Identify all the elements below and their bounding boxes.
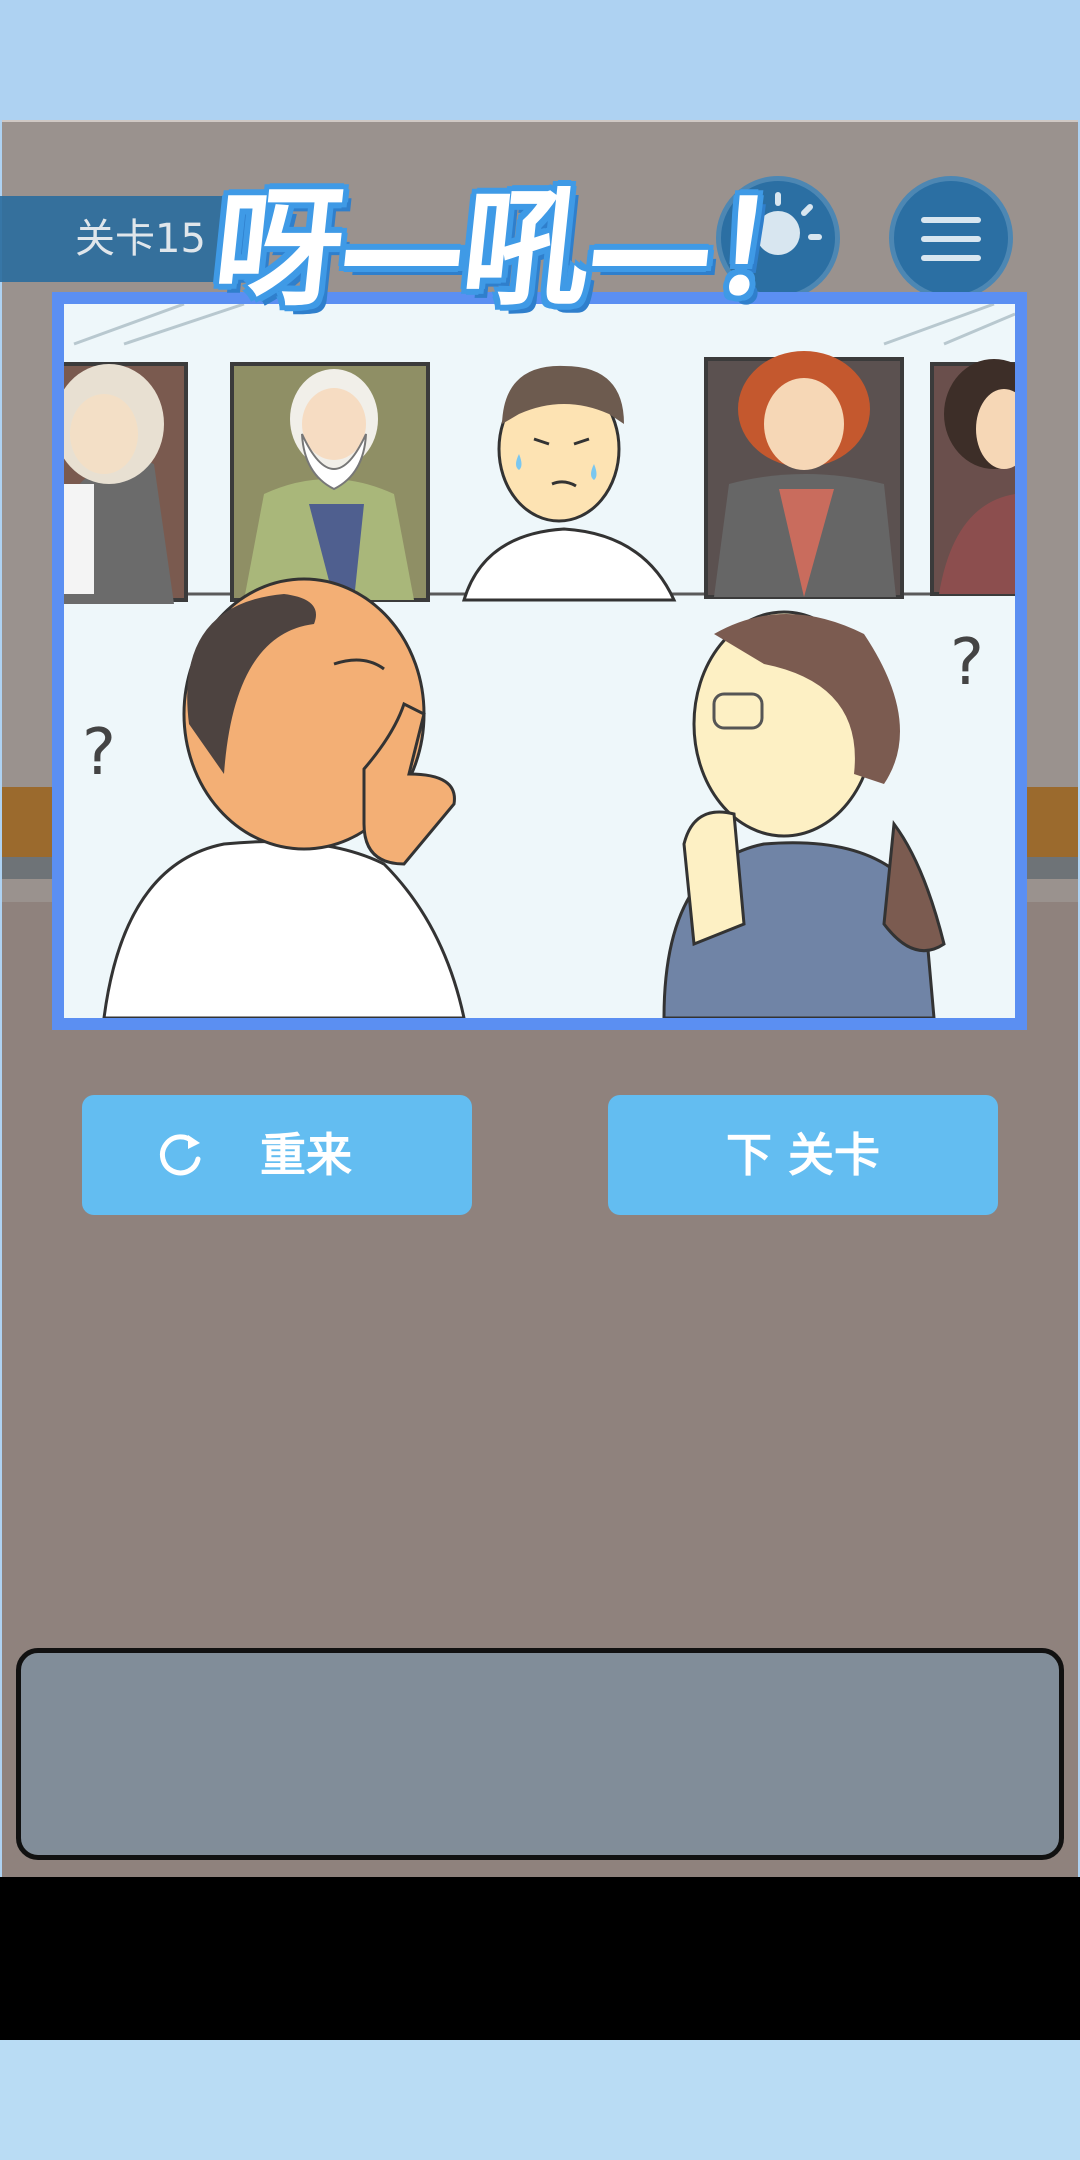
retry-button[interactable]: 重来	[82, 1095, 472, 1215]
comic-panel: ? ?	[52, 292, 1027, 1030]
exclamation-title: 呀—吼—！	[207, 175, 843, 324]
menu-icon-line	[921, 255, 981, 261]
dialog-box	[16, 1648, 1064, 1860]
bottom-band	[0, 2040, 1080, 2160]
retry-label: 重来	[260, 1128, 352, 1182]
black-bar	[0, 1877, 1080, 2040]
rail-right	[1027, 857, 1078, 879]
comic-illustration: ? ?	[64, 304, 1015, 1018]
menu-button[interactable]	[889, 176, 1013, 300]
menu-icon-line	[921, 236, 981, 242]
refresh-icon	[160, 1134, 201, 1176]
svg-text:?: ?	[950, 626, 984, 700]
rail-left	[2, 857, 57, 879]
next-level-label: 下 关卡	[725, 1128, 880, 1182]
next-level-button[interactable]: 下 关卡	[608, 1095, 998, 1215]
shelf-left	[2, 787, 57, 857]
top-status-band	[0, 0, 1080, 120]
svg-text:?: ?	[82, 716, 116, 790]
shelf-right	[1027, 787, 1078, 857]
hamburger-menu-icon	[921, 217, 981, 223]
